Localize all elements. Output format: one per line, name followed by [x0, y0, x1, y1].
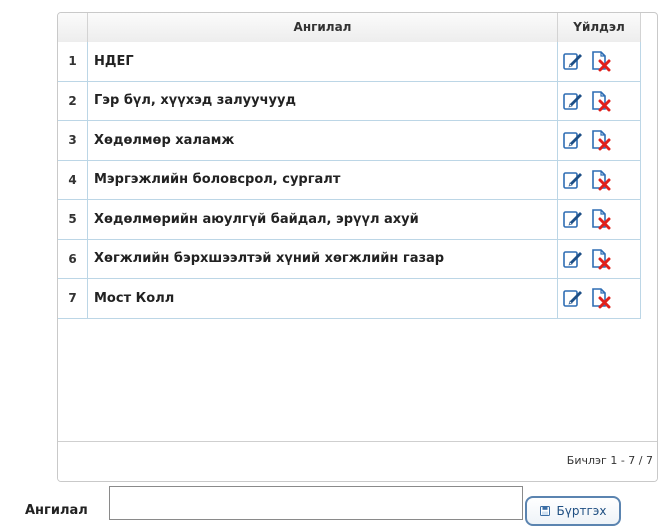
save-icon — [539, 506, 550, 516]
grid-rows: 1 НДЕГ 2 Гэр бүл, хүүхэд залуучууд 3 Хөд… — [58, 42, 641, 319]
table-row[interactable]: 5 Хөдөлмөрийн аюулгүй байдал, эрүүл ахуй — [58, 200, 641, 240]
delete-icon[interactable] — [590, 90, 612, 112]
row-actions — [558, 239, 641, 278]
row-number: 5 — [58, 200, 88, 239]
table-row[interactable]: 7 Мост Колл — [58, 279, 641, 319]
grid-footer: Бичлэг 1 - 7 / 7 — [58, 441, 657, 481]
row-actions — [558, 160, 641, 199]
row-actions — [558, 279, 641, 318]
row-category: Мост Колл — [88, 279, 558, 318]
row-number: 7 — [58, 279, 88, 318]
row-category: Хөдөлмөр халамж — [88, 121, 558, 160]
delete-icon[interactable] — [590, 50, 612, 72]
edit-icon[interactable] — [562, 50, 584, 72]
header-actions: Үйлдэл — [558, 13, 641, 42]
row-actions — [558, 81, 641, 120]
delete-icon[interactable] — [590, 248, 612, 270]
category-grid: Ангилал Үйлдэл 1 НДЕГ 2 Гэр бүл, хүүхэд … — [57, 12, 658, 482]
row-number: 4 — [58, 160, 88, 199]
save-button[interactable]: Бүртгэх — [525, 496, 621, 526]
delete-icon[interactable] — [590, 169, 612, 191]
table-row[interactable]: 3 Хөдөлмөр халамж — [58, 121, 641, 161]
row-category: НДЕГ — [88, 42, 558, 81]
category-input[interactable] — [109, 486, 523, 520]
delete-icon[interactable] — [590, 287, 612, 309]
delete-icon[interactable] — [590, 208, 612, 230]
edit-icon[interactable] — [562, 129, 584, 151]
row-actions — [558, 121, 641, 160]
edit-icon[interactable] — [562, 248, 584, 270]
row-number: 6 — [58, 239, 88, 278]
row-number: 1 — [58, 42, 88, 81]
row-category: Гэр бүл, хүүхэд залуучууд — [88, 81, 558, 120]
table-row[interactable]: 2 Гэр бүл, хүүхэд залуучууд — [58, 81, 641, 121]
row-actions — [558, 200, 641, 239]
row-number: 2 — [58, 81, 88, 120]
save-button-label: Бүртгэх — [556, 504, 607, 518]
edit-icon[interactable] — [562, 208, 584, 230]
edit-icon[interactable] — [562, 169, 584, 191]
row-actions — [558, 42, 641, 81]
row-category: Хөгжлийн бэрхшээлтэй хүний хөгжлийн газа… — [88, 239, 558, 278]
row-category: Мэргэжлийн боловсрол, сургалт — [88, 160, 558, 199]
row-number: 3 — [58, 121, 88, 160]
category-label: Ангилал — [25, 503, 88, 518]
edit-icon[interactable] — [562, 90, 584, 112]
row-category: Хөдөлмөрийн аюулгүй байдал, эрүүл ахуй — [88, 200, 558, 239]
table-row[interactable]: 6 Хөгжлийн бэрхшээлтэй хүний хөгжлийн га… — [58, 239, 641, 279]
header-category[interactable]: Ангилал — [88, 13, 558, 42]
table-row[interactable]: 4 Мэргэжлийн боловсрол, сургалт — [58, 160, 641, 200]
edit-icon[interactable] — [562, 287, 584, 309]
delete-icon[interactable] — [590, 129, 612, 151]
pager-info: Бичлэг 1 - 7 / 7 — [566, 454, 653, 467]
header-number — [58, 13, 88, 42]
table-row[interactable]: 1 НДЕГ — [58, 42, 641, 82]
grid-header: Ангилал Үйлдэл — [58, 13, 641, 43]
